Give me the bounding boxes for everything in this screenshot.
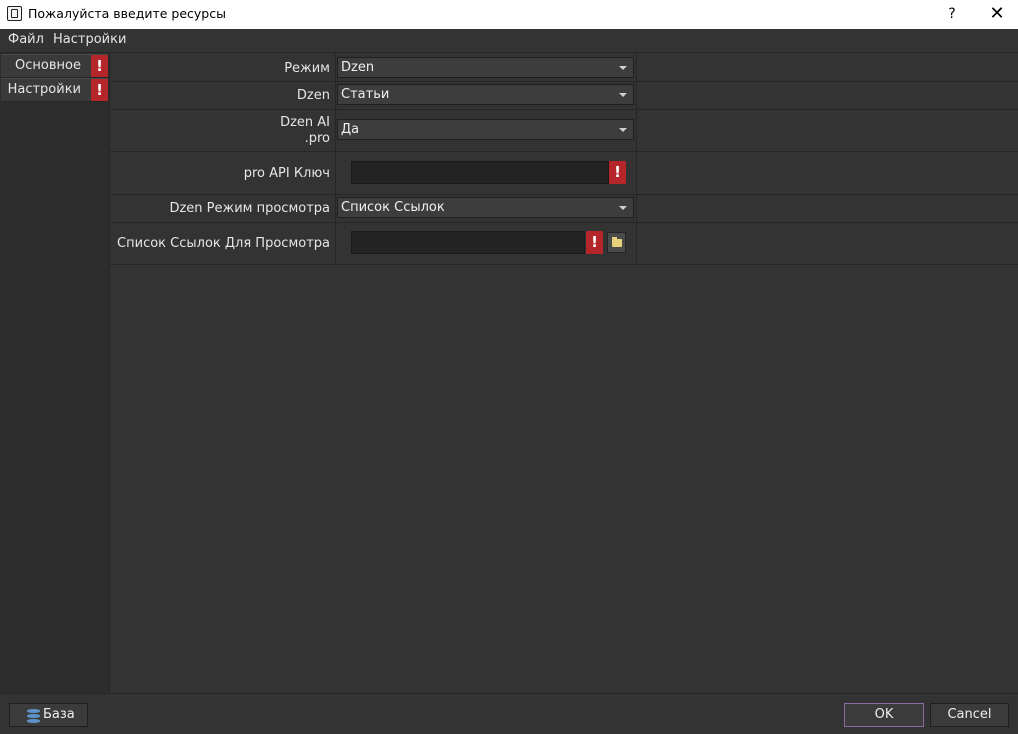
form-row-link-list: Список Ссылок Для Просмотра ! xyxy=(110,223,1018,265)
dzen-ai-label-pro: .pro xyxy=(304,131,330,146)
database-icon xyxy=(27,709,40,723)
api-key-label: pro API Ключ xyxy=(243,166,330,181)
form-row-dzen-ai: Dzen AI .pro Да xyxy=(110,110,1018,152)
dzen-ai-value: Да xyxy=(341,122,360,137)
dropdown-arrow-icon xyxy=(619,128,627,132)
menu-settings[interactable]: Настройки xyxy=(53,32,126,47)
mode-label: Режим xyxy=(284,61,330,76)
help-button[interactable]: ? xyxy=(941,3,963,25)
cancel-button[interactable]: Cancel xyxy=(930,703,1009,727)
link-list-input[interactable] xyxy=(351,231,585,254)
dropdown-arrow-icon xyxy=(619,206,627,210)
mode-combobox[interactable]: Dzen xyxy=(337,57,634,78)
app-icon xyxy=(7,6,22,21)
menu-file[interactable]: Файл xyxy=(8,32,44,47)
dropdown-arrow-icon xyxy=(619,93,627,97)
dzen-ai-combobox[interactable]: Да xyxy=(337,119,634,140)
dzen-combobox[interactable]: Статьи xyxy=(337,84,634,105)
warning-icon: ! xyxy=(609,161,626,184)
view-mode-value: Список Ссылок xyxy=(341,200,445,215)
form-row-mode: Режим Dzen xyxy=(110,54,1018,82)
link-list-label: Список Ссылок Для Просмотра xyxy=(117,236,330,251)
form-row-view-mode: Dzen Режим просмотра Список Ссылок xyxy=(110,195,1018,223)
dzen-value: Статьи xyxy=(341,87,390,102)
warning-icon: ! xyxy=(91,55,108,77)
browse-file-button[interactable] xyxy=(607,232,626,253)
close-button[interactable]: ✕ xyxy=(985,3,1009,25)
database-button-label: База xyxy=(43,707,75,722)
warning-icon: ! xyxy=(91,79,108,101)
sidebar-tab-label: Основное xyxy=(15,58,81,73)
sidebar: Основное ! Настройки ! xyxy=(0,53,110,693)
sidebar-tab-label: Настройки xyxy=(7,82,81,97)
dropdown-arrow-icon xyxy=(619,66,627,70)
form-row-dzen: Dzen Статьи xyxy=(110,82,1018,110)
title-bar: Пожалуйста введите ресурсы ? ✕ xyxy=(0,0,1018,29)
view-mode-combobox[interactable]: Список Ссылок xyxy=(337,197,634,218)
view-mode-label: Dzen Режим просмотра xyxy=(169,201,330,216)
menu-bar: Файл Настройки xyxy=(0,29,1018,53)
sidebar-tab-main[interactable]: Основное ! xyxy=(1,54,108,78)
ok-button[interactable]: OK xyxy=(844,703,924,727)
bottom-bar: База OK Cancel xyxy=(0,693,1018,734)
api-key-input[interactable] xyxy=(351,161,609,184)
window-title: Пожалуйста введите ресурсы xyxy=(28,6,226,21)
database-button[interactable]: База xyxy=(9,703,88,727)
folder-icon xyxy=(612,237,622,247)
dzen-ai-label: Dzen AI xyxy=(280,115,330,130)
form-row-api-key: pro API Ключ ! xyxy=(110,152,1018,195)
mode-value: Dzen xyxy=(341,60,375,75)
warning-icon: ! xyxy=(586,231,603,254)
dzen-label: Dzen xyxy=(296,88,330,103)
sidebar-tab-settings[interactable]: Настройки ! xyxy=(1,78,108,102)
